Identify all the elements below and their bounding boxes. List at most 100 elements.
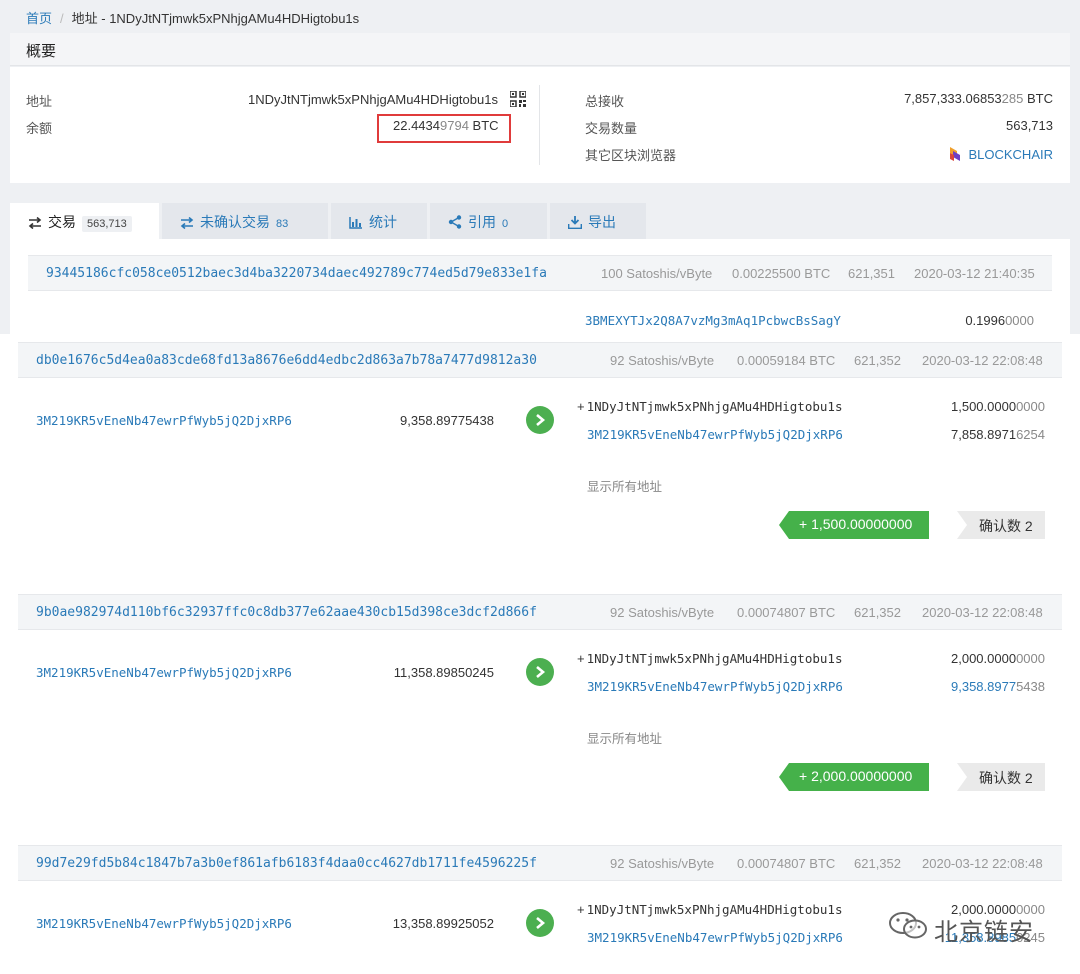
- output-amount-dim: 5438: [1016, 679, 1045, 694]
- tx-fee-rate: 92 Satoshis/vByte: [610, 856, 715, 871]
- qr-code-icon[interactable]: [508, 90, 527, 108]
- tx-time: 2020-03-12 21:40:35: [914, 266, 1035, 281]
- output-amount-link[interactable]: 9,358.89775438: [951, 679, 1045, 694]
- tx-count-value: 563,713: [1006, 118, 1053, 133]
- plus-marker: +: [577, 399, 585, 414]
- tab-references-label: 引用: [468, 214, 496, 230]
- output-address-link[interactable]: 3BMEXYTJx2Q8A7vzMg3mAq1PcbwcBsSagY: [585, 313, 841, 328]
- download-icon: [567, 216, 583, 230]
- tab-transactions-label: 交易: [48, 214, 76, 230]
- tx-hash-link[interactable]: db0e1676c5d4ea0a83cde68fd13a8676e6dd4edb…: [36, 353, 537, 368]
- output-address-link[interactable]: 3M219KR5vEneNb47ewrPfWyb5jQ2DjxRP6: [587, 427, 843, 442]
- watermark-text: 北京链安: [934, 919, 1034, 946]
- total-received-value: 7,857,333.06853285 BTC: [904, 91, 1053, 106]
- output-row: +1NDyJtNTjmwk5xPNhjgAMu4HDHigtobu1s: [577, 651, 842, 666]
- bar-chart-icon: [349, 217, 362, 229]
- output-address-self: 1NDyJtNTjmwk5xPNhjgAMu4HDHigtobu1s: [586, 399, 843, 414]
- input-amount: 11,358.89850245: [393, 665, 494, 680]
- tx-time: 2020-03-12 22:08:48: [922, 856, 1043, 871]
- tx-block-link[interactable]: 621,352: [854, 856, 901, 871]
- tx-fee-rate: 100 Satoshis/vByte: [601, 266, 713, 281]
- output-amount-dim: 6254: [1016, 427, 1045, 442]
- blockchair-logo-icon: [950, 147, 961, 161]
- direction-arrow-icon: [526, 909, 554, 937]
- output-amount-main: 1,500.0000: [951, 399, 1017, 414]
- breadcrumb: 首页 / 地址 - 1NDyJtNTjmwk5xPNhjgAMu4HDHigtobu…: [26, 8, 359, 27]
- address-label: 地址: [26, 94, 53, 109]
- input-amount: 13,358.89925052: [392, 916, 494, 931]
- input-amount: 9,358.89775438: [400, 413, 494, 428]
- tab-references-count: 0: [502, 218, 509, 230]
- tx-fee: 0.00074807 BTC: [737, 856, 836, 871]
- output-amount-dim: 0000: [1016, 399, 1045, 414]
- summary-title: 概要: [10, 33, 1070, 66]
- tx-time: 2020-03-12 22:08:48: [922, 353, 1043, 368]
- input-address-link[interactable]: 3M219KR5vEneNb47ewrPfWyb5jQ2DjxRP6: [36, 413, 292, 428]
- direction-arrow-icon: [526, 406, 554, 434]
- output-address-self: 1NDyJtNTjmwk5xPNhjgAMu4HDHigtobu1s: [586, 651, 843, 666]
- tx-fee-rate: 92 Satoshis/vByte: [610, 353, 715, 368]
- tx-block-link[interactable]: 621,352: [854, 353, 901, 368]
- output-address-link[interactable]: 3M219KR5vEneNb47ewrPfWyb5jQ2DjxRP6: [587, 930, 843, 945]
- wechat-logo-icon: [889, 912, 927, 939]
- tab-references[interactable]: 引用 0: [430, 203, 547, 239]
- summary-divider: [539, 85, 540, 165]
- share-icon: [448, 215, 462, 229]
- plus-marker: +: [577, 902, 585, 917]
- output-address-link[interactable]: 3M219KR5vEneNb47ewrPfWyb5jQ2DjxRP6: [587, 679, 843, 694]
- tx-header: 93445186cfc058ce0512baec3d4ba3220734daec…: [28, 255, 1052, 291]
- confirmations-badge: 确认数 2: [957, 511, 1045, 539]
- top-panel: 首页 / 地址 - 1NDyJtNTjmwk5xPNhjgAMu4HDHigtobu…: [0, 0, 1080, 334]
- tx-block-link[interactable]: 621,351: [848, 266, 895, 281]
- tx-fee: 0.00225500 BTC: [732, 266, 831, 281]
- exchange-icon: [180, 216, 194, 230]
- confirmations-badge: 确认数 2: [957, 763, 1045, 791]
- tab-unconfirmed-count: 83: [276, 218, 289, 230]
- address-value: 1NDyJtNTjmwk5xPNhjgAMu4HDHigtobu1s: [248, 92, 498, 107]
- tab-stats-label: 统计: [369, 214, 397, 230]
- tab-transactions[interactable]: 交易 563,713: [10, 203, 159, 239]
- show-all-addresses-link[interactable]: 显示所有地址: [587, 476, 662, 495]
- show-all-addresses-link[interactable]: 显示所有地址: [587, 728, 662, 747]
- tx-time: 2020-03-12 22:08:48: [922, 605, 1043, 620]
- input-address-link[interactable]: 3M219KR5vEneNb47ewrPfWyb5jQ2DjxRP6: [36, 916, 292, 931]
- other-explorers-label: 其它区块浏览器: [585, 148, 677, 163]
- output-amount: 1,500.00000000: [951, 399, 1045, 414]
- output-amount-main: 0.1996: [965, 313, 1006, 328]
- blockchair-link-row[interactable]: BLOCKCHAIR: [948, 145, 1053, 163]
- watermark: 北京链安: [888, 906, 1048, 946]
- output-row: +1NDyJtNTjmwk5xPNhjgAMu4HDHigtobu1s: [577, 902, 842, 917]
- tx-hash-link[interactable]: 99d7e29fd5b84c1847b7a3b0ef861afb6183f4da…: [36, 856, 537, 871]
- output-amount: 2,000.00000000: [951, 651, 1045, 666]
- tab-unconfirmed-label: 未确认交易: [200, 214, 270, 230]
- blockchair-link[interactable]: BLOCKCHAIR: [968, 147, 1053, 162]
- input-address-link[interactable]: 3M219KR5vEneNb47ewrPfWyb5jQ2DjxRP6: [36, 665, 292, 680]
- breadcrumb-current: 地址 - 1NDyJtNTjmwk5xPNhjgAMu4HDHigtobu1s: [71, 11, 360, 26]
- tx-count-label: 交易数量: [585, 121, 638, 136]
- output-amount-main: 7,858.8971: [951, 427, 1017, 442]
- tab-stats[interactable]: 统计: [331, 203, 427, 239]
- tx-block-link[interactable]: 621,352: [854, 605, 901, 620]
- output-row: +1NDyJtNTjmwk5xPNhjgAMu4HDHigtobu1s: [577, 399, 842, 414]
- tx-fee: 0.00074807 BTC: [737, 605, 836, 620]
- output-amount: 0.19960000: [965, 313, 1034, 328]
- address-value-row: 1NDyJtNTjmwk5xPNhjgAMu4HDHigtobu1s: [248, 90, 527, 108]
- tx-header: db0e1676c5d4ea0a83cde68fd13a8676e6dd4edb…: [18, 342, 1062, 378]
- breadcrumb-separator: /: [60, 11, 64, 26]
- tx-hash-link[interactable]: 9b0ae982974d110bf6c32937ffc0c8db377e62aa…: [36, 605, 537, 620]
- balance-label: 余额: [26, 121, 53, 136]
- output-amount-main: 9,358.8977: [951, 679, 1017, 694]
- tab-unconfirmed[interactable]: 未确认交易 83: [162, 203, 328, 239]
- plus-marker: +: [577, 651, 585, 666]
- output-address-self: 1NDyJtNTjmwk5xPNhjgAMu4HDHigtobu1s: [586, 902, 843, 917]
- total-received-main: 7,857,333.06853: [904, 91, 1002, 106]
- output-amount-dim: 0000: [1016, 651, 1045, 666]
- tx-hash-link[interactable]: 93445186cfc058ce0512baec3d4ba3220734daec…: [46, 266, 547, 281]
- output-amount-dim: 0000: [1005, 313, 1034, 328]
- balance-highlight-box: [377, 114, 511, 143]
- tx-fee-rate: 92 Satoshis/vByte: [610, 605, 715, 620]
- exchange-icon: [28, 216, 42, 230]
- breadcrumb-home-link[interactable]: 首页: [26, 11, 52, 26]
- tab-export[interactable]: 导出: [550, 203, 646, 239]
- tx-header: 99d7e29fd5b84c1847b7a3b0ef861afb6183f4da…: [18, 845, 1062, 881]
